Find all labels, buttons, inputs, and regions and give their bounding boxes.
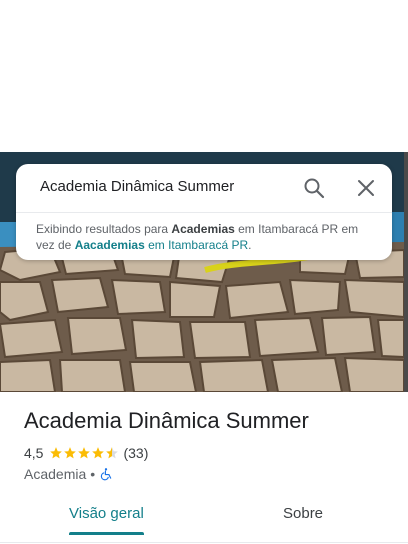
place-title: Academia Dinâmica Summer xyxy=(24,408,309,433)
star-icon xyxy=(78,447,91,459)
tab-about[interactable]: Sobre xyxy=(283,505,323,522)
separator: • xyxy=(90,466,96,482)
place-tabs: Visão geral Sobre xyxy=(0,496,408,536)
star-icon xyxy=(92,447,105,459)
active-tab-indicator xyxy=(69,532,144,535)
shown-location: em Itambaracá PR xyxy=(234,222,339,236)
shown-term: Academias xyxy=(171,222,235,236)
rating-row[interactable]: 4,5 (33) xyxy=(24,444,148,462)
search-icon[interactable] xyxy=(302,176,326,200)
category-row: Academia • xyxy=(24,465,113,483)
spelling-correction-notice: Exibindo resultados para Academias em It… xyxy=(36,221,380,253)
tab-overview[interactable]: Visão geral xyxy=(69,505,144,522)
star-rating xyxy=(49,446,119,460)
search-card: Academia Dinâmica Summer Exibindo result… xyxy=(16,164,392,260)
review-count[interactable]: (33) xyxy=(123,445,148,461)
divider xyxy=(16,212,392,213)
search-bar[interactable]: Academia Dinâmica Summer xyxy=(16,164,392,212)
place-category[interactable]: Academia xyxy=(24,466,86,482)
notice-prefix: Exibindo resultados para xyxy=(36,222,172,236)
wheelchair-icon xyxy=(100,468,112,481)
search-input[interactable]: Academia Dinâmica Summer xyxy=(40,178,234,195)
close-icon[interactable] xyxy=(354,176,378,200)
tabs-divider xyxy=(0,542,408,543)
original-term-link[interactable]: Aacademias xyxy=(75,238,145,252)
star-icon xyxy=(64,447,77,459)
original-location-link[interactable]: em Itambaracá PR xyxy=(145,238,248,252)
star-icon xyxy=(50,447,63,459)
star-half-icon xyxy=(106,447,119,459)
notice-suffix: . xyxy=(248,238,252,252)
blank-area xyxy=(0,0,408,152)
rating-value: 4,5 xyxy=(24,445,44,461)
scrollbar[interactable] xyxy=(404,152,408,392)
